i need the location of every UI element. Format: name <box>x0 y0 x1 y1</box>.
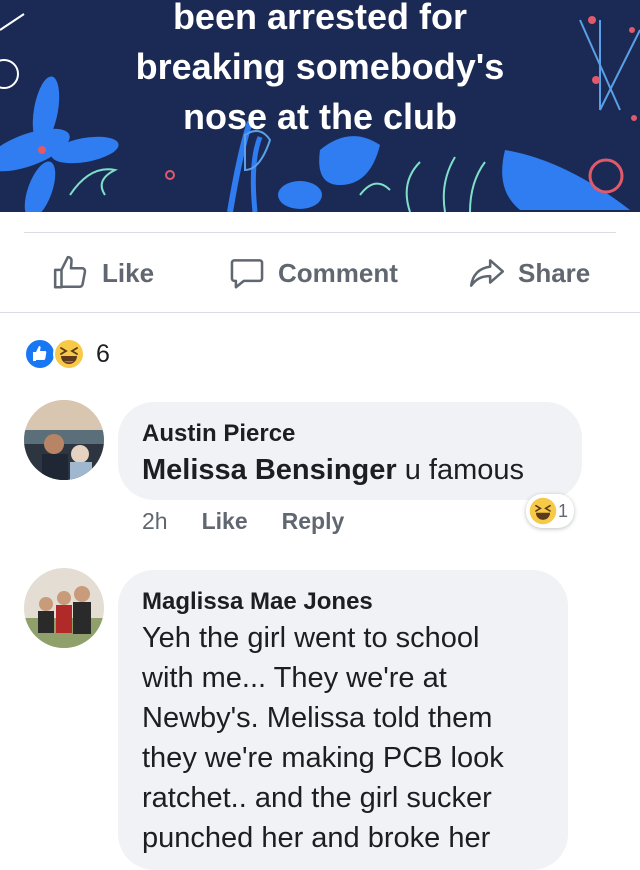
comment-reply-link[interactable]: Reply <box>282 508 345 535</box>
share-button[interactable]: Share <box>468 233 590 313</box>
comment-bubble: Austin Pierce Melissa Bensinger u famous <box>118 402 582 500</box>
comment-line: Yeh the girl went to school <box>142 622 480 654</box>
divider <box>0 312 640 313</box>
comment-text: Melissa Bensinger u famous <box>142 450 524 490</box>
haha-icon <box>53 338 85 370</box>
share-arrow-icon <box>469 259 505 287</box>
post-text-line: breaking somebody's <box>135 46 505 87</box>
thumbs-up-icon <box>53 255 87 289</box>
comment-author[interactable]: Maglissa Mae Jones <box>142 588 373 616</box>
comment-text: Yeh the girl went to school with me... T… <box>142 618 504 858</box>
haha-icon <box>529 497 557 525</box>
comment-label: Comment <box>278 257 398 288</box>
comment-reaction-count: 1 <box>558 500 569 521</box>
comment-line: ratchet.. and the girl sucker <box>142 782 492 814</box>
post-text-line: been arrested for <box>172 0 468 37</box>
avatar[interactable] <box>24 400 104 480</box>
comment-meta: 2h Like Reply <box>142 508 344 535</box>
post-background-banner: been arrested for breaking somebody's no… <box>0 0 640 212</box>
comment-line: Newby's. Melissa told them <box>142 702 493 734</box>
profile-photo <box>24 400 104 480</box>
reaction-summary[interactable]: 6 <box>24 338 110 370</box>
share-label: Share <box>518 257 591 288</box>
comment-like-link[interactable]: Like <box>202 508 248 535</box>
post-action-bar: Like Comment Share <box>24 232 616 313</box>
comment-bubble: Maglissa Mae Jones Yeh the girl went to … <box>118 570 568 870</box>
comment-timestamp[interactable]: 2h <box>142 508 168 535</box>
comment-author[interactable]: Austin Pierce <box>142 420 295 448</box>
like-label: Like <box>102 257 155 288</box>
post-text-line: nose at the club <box>182 96 458 137</box>
comment-bubble-icon <box>230 259 264 289</box>
post-text: been arrested for breaking somebody's no… <box>0 0 640 142</box>
comment-line: punched her and broke her <box>142 822 491 854</box>
comment-line: with me... They we're at <box>142 662 447 694</box>
avatar[interactable] <box>24 568 104 648</box>
comment-line: they we're making PCB look <box>142 742 504 774</box>
like-button[interactable]: Like <box>52 233 154 313</box>
comment-body: u famous <box>396 454 524 486</box>
comment-reaction-badge[interactable]: 1 <box>526 494 575 528</box>
profile-photo <box>24 568 104 648</box>
comment-button[interactable]: Comment <box>228 233 398 313</box>
reaction-count: 6 <box>96 339 110 368</box>
mention-link[interactable]: Melissa Bensinger <box>142 454 397 486</box>
